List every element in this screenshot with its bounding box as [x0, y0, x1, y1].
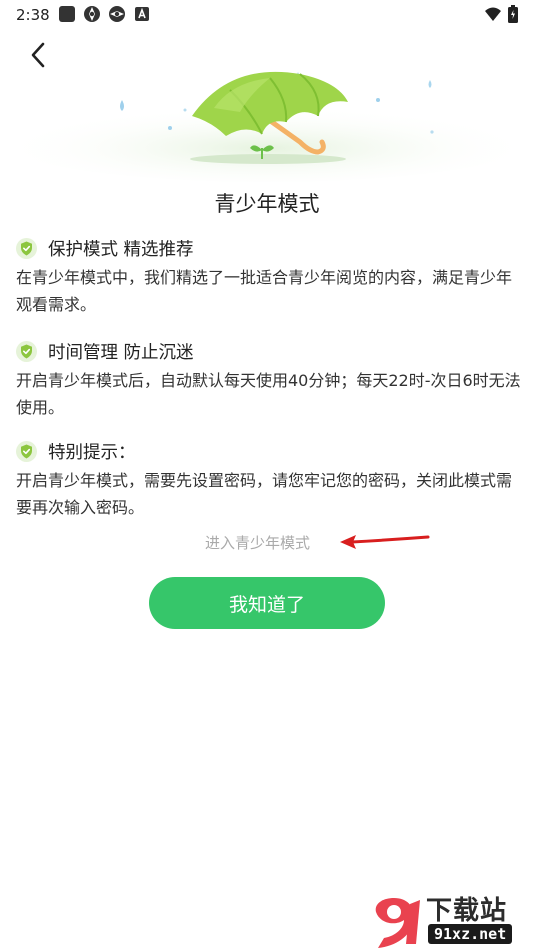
- i-know-button[interactable]: 我知道了: [149, 577, 385, 629]
- page-title: 青少年模式: [214, 192, 320, 216]
- status-bar: 2:38: [0, 0, 534, 30]
- section-time-management: 时间管理 防止沉迷 开启青少年模式后，自动默认每天使用40分钟；每天22时-次日…: [16, 339, 522, 421]
- app-square-icon: [59, 6, 75, 22]
- status-notification-icons: [58, 5, 151, 23]
- status-system-icons: [484, 5, 518, 23]
- 91-logo-icon: [375, 898, 420, 948]
- section-heading: 特别提示：: [48, 443, 136, 463]
- enter-youth-mode-link[interactable]: 进入青少年模式: [205, 532, 310, 553]
- section-body: 开启青少年模式，需要先设置密码，请您牢记您的密码，关闭此模式需要再次输入密码。: [16, 471, 513, 517]
- shield-check-icon: [16, 341, 37, 362]
- section-protection-mode: 保护模式 精选推荐 在青少年模式中，我们精选了一批适合青少年阅览的内容，满足青少…: [16, 236, 522, 318]
- section-heading: 保护模式 精选推荐: [48, 240, 194, 260]
- section-heading: 时间管理 防止沉迷: [48, 343, 194, 363]
- wifi-icon: [485, 7, 501, 21]
- umbrella-illustration: [0, 71, 534, 182]
- section-body: 在青少年模式中，我们精选了一批适合青少年阅览的内容，满足青少年观看需求。: [16, 268, 513, 314]
- font-a-icon: [135, 7, 149, 21]
- status-time: 2:38: [16, 6, 50, 24]
- shield-check-icon: [16, 441, 37, 462]
- watermark-url: 91xz.net: [428, 924, 513, 944]
- section-special-notice: 特别提示： 开启青少年模式，需要先设置密码，请您牢记您的密码，关闭此模式需要再次…: [16, 439, 522, 521]
- section-body: 开启青少年模式后，自动默认每天使用40分钟；每天22时-次日6时无法使用。: [16, 371, 521, 417]
- red-arrow-annotation-icon: [340, 535, 430, 549]
- shield-check-icon: [16, 238, 37, 259]
- battery-icon: [508, 5, 518, 23]
- watermark: 下载站 91xz.net: [356, 888, 534, 950]
- aperture-icon: [109, 6, 125, 22]
- watermark-title: 下载站: [426, 896, 508, 926]
- aperture-icon: [84, 6, 100, 22]
